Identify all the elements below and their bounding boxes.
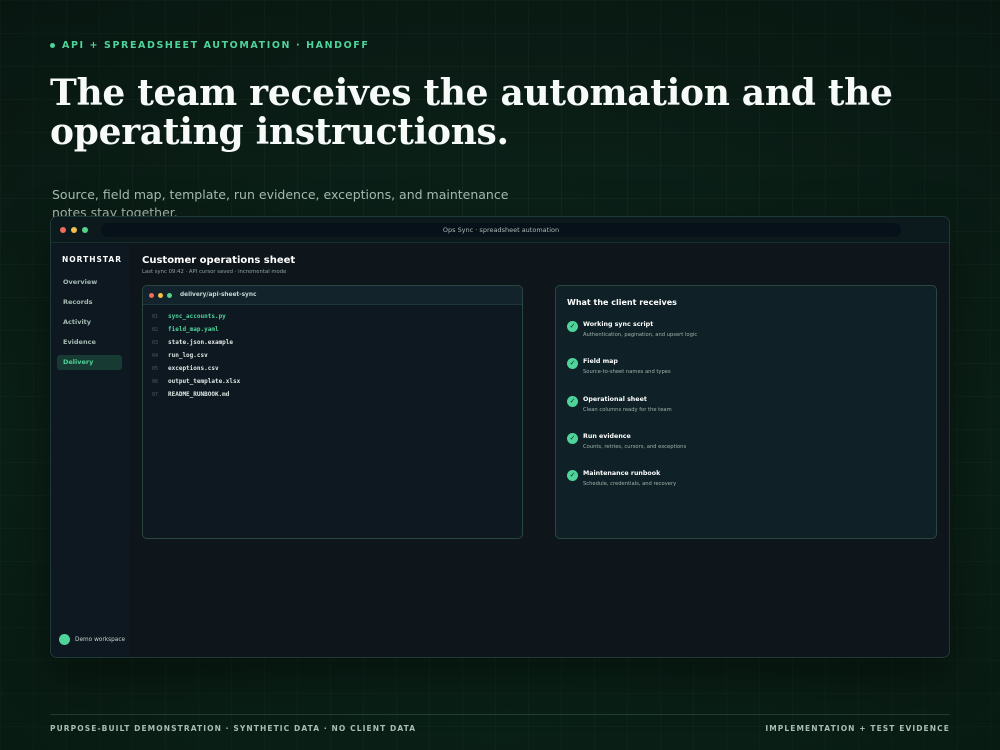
address-bar[interactable]: Ops Sync · spreadsheet automation — [101, 223, 901, 237]
sidebar: NORTHSTAR Overview Records Activity Evid… — [51, 243, 129, 657]
deliverable-title: Maintenance runbook — [583, 470, 661, 477]
file-name: sync_accounts.py — [168, 313, 226, 320]
line-number: 07 — [152, 392, 159, 398]
sidebar-item-delivery[interactable]: Delivery — [57, 355, 122, 370]
sidebar-item-overview[interactable]: Overview — [57, 275, 122, 290]
minimize-dot-icon[interactable] — [71, 227, 77, 233]
deliverable-title: Working sync script — [583, 321, 654, 328]
main-content: Customer operations sheet Last sync 09:4… — [129, 243, 949, 657]
footer-tag: IMPLEMENTATION + TEST EVIDENCE — [765, 724, 950, 733]
page-title: Customer operations sheet — [142, 255, 296, 266]
eyebrow: API + SPREADSHEET AUTOMATION · HANDOFF — [50, 40, 370, 51]
file-name: state.json.example — [168, 339, 234, 346]
workspace-switcher[interactable]: Demo workspace — [59, 634, 125, 645]
file-row[interactable]: 05 exceptions.csv — [152, 364, 219, 374]
receives-panel-title: What the client receives — [567, 298, 677, 307]
deliverable-title: Operational sheet — [583, 396, 647, 403]
file-name: exceptions.csv — [168, 365, 219, 372]
check-circle-icon: ✓ — [567, 470, 578, 481]
check-circle-icon: ✓ — [567, 433, 578, 444]
close-dot-icon[interactable] — [60, 227, 66, 233]
file-name: output_template.xlsx — [168, 378, 241, 385]
check-circle-icon: ✓ — [567, 396, 578, 407]
line-number: 02 — [152, 327, 159, 333]
check-circle-icon: ✓ — [567, 321, 578, 332]
deliverable-desc: Clean columns ready for the team — [583, 407, 672, 413]
panel-maximize-dot-icon — [167, 293, 172, 298]
file-name: run_log.csv — [168, 352, 208, 359]
deliverable-title: Run evidence — [583, 433, 631, 440]
brand-logo: NORTHSTAR — [62, 255, 122, 264]
check-circle-icon: ✓ — [567, 358, 578, 369]
files-panel: delivery/api-sheet-sync 01 sync_accounts.… — [142, 285, 523, 539]
app-window: Ops Sync · spreadsheet automation NORTHS… — [50, 216, 950, 658]
deliverable-desc: Schedule, credentials, and recovery — [583, 481, 677, 487]
footer-disclaimer: PURPOSE-BUILT DEMONSTRATION · SYNTHETIC … — [50, 724, 417, 733]
sidebar-item-evidence[interactable]: Evidence — [57, 335, 122, 350]
line-number: 01 — [152, 314, 159, 320]
headline: The team receives the automation and the… — [50, 72, 893, 153]
workspace-label: Demo workspace — [75, 636, 126, 643]
file-row[interactable]: 06 output_template.xlsx — [152, 377, 240, 387]
sync-meta: Last sync 09:42 · API cursor saved · inc… — [142, 269, 287, 275]
panel-close-dot-icon — [149, 293, 154, 298]
deliverable-desc: Counts, retries, cursors, and exceptions — [583, 444, 687, 450]
eyebrow-dot-icon — [50, 43, 55, 48]
line-number: 03 — [152, 340, 159, 346]
file-name: README_RUNBOOK.md — [168, 391, 230, 398]
receives-panel: What the client receives ✓ Working sync … — [555, 285, 937, 539]
deliverable-desc: Source-to-sheet names and types — [583, 369, 671, 375]
files-panel-header: delivery/api-sheet-sync — [143, 286, 522, 305]
window-titlebar: Ops Sync · spreadsheet automation — [51, 217, 949, 243]
file-row[interactable]: 01 sync_accounts.py — [152, 312, 226, 322]
file-row[interactable]: 07 README_RUNBOOK.md — [152, 390, 229, 400]
sidebar-item-activity[interactable]: Activity — [57, 315, 122, 330]
eyebrow-text: API + SPREADSHEET AUTOMATION · HANDOFF — [62, 40, 370, 51]
file-row[interactable]: 04 run_log.csv — [152, 351, 208, 361]
deliverable-title: Field map — [583, 358, 618, 365]
footer-divider — [50, 714, 950, 715]
maximize-dot-icon[interactable] — [82, 227, 88, 233]
workspace-avatar — [59, 634, 70, 645]
panel-minimize-dot-icon — [158, 293, 163, 298]
deliverable-desc: Authentication, pagination, and upsert l… — [583, 332, 698, 338]
file-row[interactable]: 03 state.json.example — [152, 338, 233, 348]
line-number: 06 — [152, 379, 159, 385]
file-row[interactable]: 02 field_map.yaml — [152, 325, 219, 335]
file-name: field_map.yaml — [168, 326, 219, 333]
line-number: 04 — [152, 353, 159, 359]
sidebar-item-records[interactable]: Records — [57, 295, 122, 310]
line-number: 05 — [152, 366, 159, 372]
files-panel-title: delivery/api-sheet-sync — [180, 292, 257, 298]
